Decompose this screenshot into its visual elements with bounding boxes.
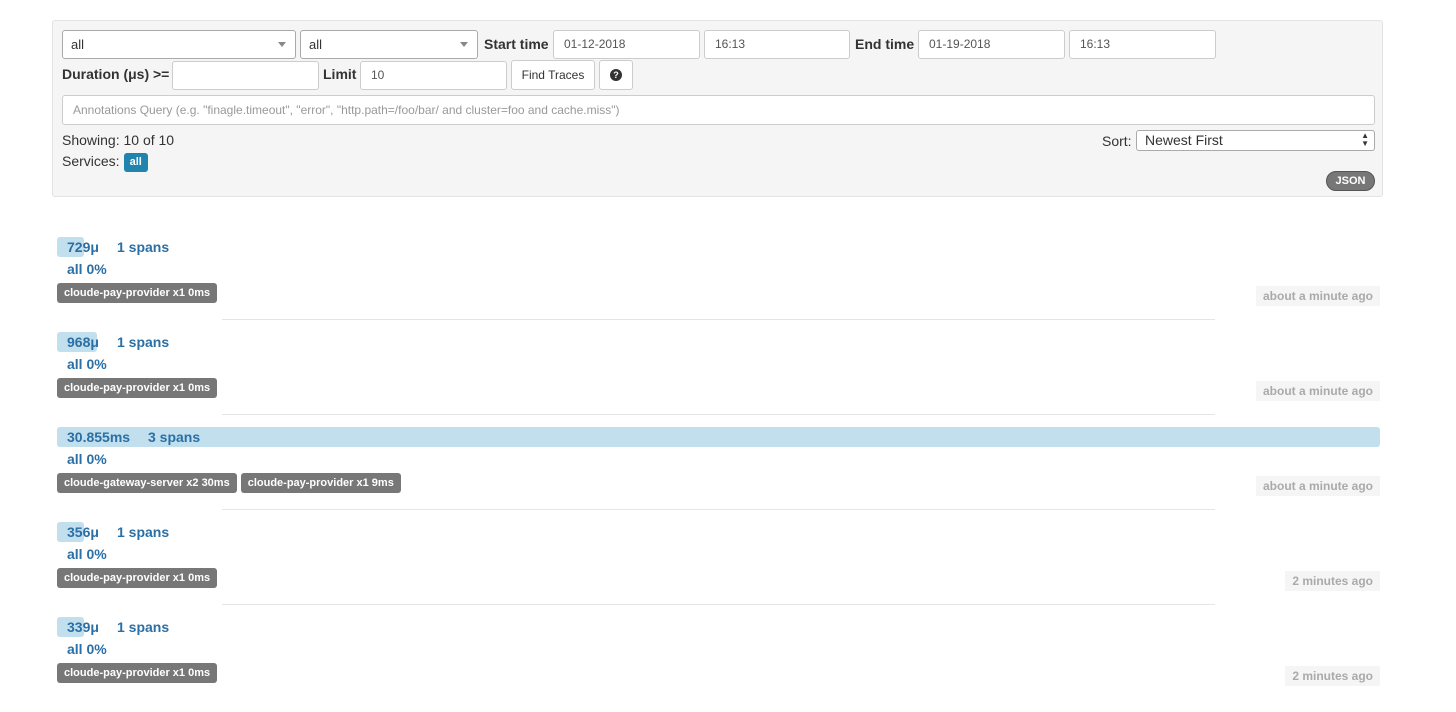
trace-row[interactable]: 729μ 1 spans all 0% cloude-pay-provider x1 … — [57, 237, 1380, 332]
annotations-query-input[interactable]: Annotations Query (e.g. "finagle.timeout… — [62, 95, 1375, 125]
trace-span-count: 3 spans — [148, 429, 201, 445]
service-chip[interactable]: cloude-pay-provider x1 0ms — [57, 283, 218, 303]
trace-service-percentage: all 0% — [67, 546, 107, 562]
service-chip[interactable]: cloude-pay-provider x1 0ms — [57, 568, 218, 588]
trace-divider — [222, 604, 1215, 605]
select-arrows-icon: ▲ ▼ — [1361, 131, 1369, 148]
end-clock-input[interactable]: 16:13 — [1069, 30, 1216, 59]
trace-duration: 729μ — [67, 239, 99, 255]
sort-select-value: Newest First — [1145, 132, 1223, 148]
trace-row[interactable]: 30.855ms 3 spans all 0% cloude-gateway-serv… — [57, 427, 1380, 522]
limit-input[interactable]: 10 — [360, 61, 507, 90]
help-button[interactable]: ? — [599, 60, 633, 90]
trace-divider — [222, 319, 1215, 320]
trace-service-chips: cloude-gateway-server x2 30ms cloude-pay-… — [57, 473, 405, 493]
trace-service-percentage: all 0% — [67, 356, 107, 372]
start-clock-input[interactable]: 16:13 — [704, 30, 850, 59]
trace-timestamp: 2 minutes ago — [1285, 666, 1380, 686]
showing-count: Showing: 10 of 10 — [62, 132, 175, 148]
trace-service-chips: cloude-pay-provider x1 0ms — [57, 283, 221, 303]
span-select[interactable]: all — [300, 30, 478, 59]
end-date-input[interactable]: 01-19-2018 — [918, 30, 1065, 59]
find-traces-button[interactable]: Find Traces — [511, 60, 595, 90]
trace-span-count: 1 spans — [117, 524, 170, 540]
trace-row[interactable]: 339μ 1 spans all 0% cloude-pay-provider x1 … — [57, 617, 1380, 712]
trace-timestamp: 2 minutes ago — [1285, 571, 1380, 591]
chevron-down-icon — [460, 42, 468, 47]
trace-timestamp: about a minute ago — [1255, 286, 1380, 306]
services-label: Services: — [62, 153, 120, 169]
search-panel: all all Start time 01-12-2018 16:13 End … — [52, 20, 1383, 197]
trace-duration: 356μ — [67, 524, 99, 540]
service-chip[interactable]: cloude-pay-provider x1 9ms — [240, 473, 401, 493]
services-row: Services: all — [62, 152, 148, 172]
trace-service-chips: cloude-pay-provider x1 0ms — [57, 663, 221, 683]
trace-span-count: 1 spans — [117, 239, 170, 255]
start-time-label: Start time — [484, 36, 549, 52]
service-select-value: all — [71, 37, 85, 52]
trace-duration-bar — [57, 427, 1380, 447]
trace-duration: 339μ — [67, 619, 99, 635]
question-icon: ? — [610, 68, 622, 81]
service-chip[interactable]: cloude-gateway-server x2 30ms — [57, 473, 237, 493]
trace-divider — [222, 414, 1215, 415]
sort-label: Sort: — [1102, 133, 1132, 149]
trace-service-percentage: all 0% — [67, 641, 107, 657]
span-select-value: all — [309, 37, 323, 52]
trace-service-percentage: all 0% — [67, 451, 107, 467]
trace-service-chips: cloude-pay-provider x1 0ms — [57, 568, 221, 588]
json-button[interactable]: JSON — [1326, 171, 1375, 191]
trace-row[interactable]: 356μ 1 spans all 0% cloude-pay-provider x1 … — [57, 522, 1380, 617]
duration-input[interactable] — [172, 61, 319, 90]
chevron-down-icon — [278, 42, 286, 47]
trace-timestamp: about a minute ago — [1255, 476, 1380, 496]
limit-label: Limit — [323, 66, 357, 82]
trace-duration: 968μ — [67, 334, 99, 350]
end-time-label: End time — [855, 36, 915, 52]
trace-span-count: 1 spans — [117, 619, 170, 635]
trace-span-count: 1 spans — [117, 334, 170, 350]
service-select[interactable]: all — [62, 30, 296, 59]
trace-service-chips: cloude-pay-provider x1 0ms — [57, 378, 221, 398]
trace-row[interactable]: 968μ 1 spans all 0% cloude-pay-provider x1 … — [57, 332, 1380, 427]
service-chip[interactable]: cloude-pay-provider x1 0ms — [57, 663, 218, 683]
start-date-input[interactable]: 01-12-2018 — [553, 30, 700, 59]
trace-service-percentage: all 0% — [67, 261, 107, 277]
trace-duration: 30.855ms — [67, 429, 131, 445]
services-badge[interactable]: all — [123, 152, 148, 172]
service-chip[interactable]: cloude-pay-provider x1 0ms — [57, 378, 218, 398]
sort-select[interactable]: Newest First ▲ ▼ — [1136, 130, 1375, 151]
duration-label: Duration (μs) >= — [62, 66, 170, 82]
trace-timestamp: about a minute ago — [1255, 381, 1380, 401]
trace-divider — [222, 509, 1215, 510]
